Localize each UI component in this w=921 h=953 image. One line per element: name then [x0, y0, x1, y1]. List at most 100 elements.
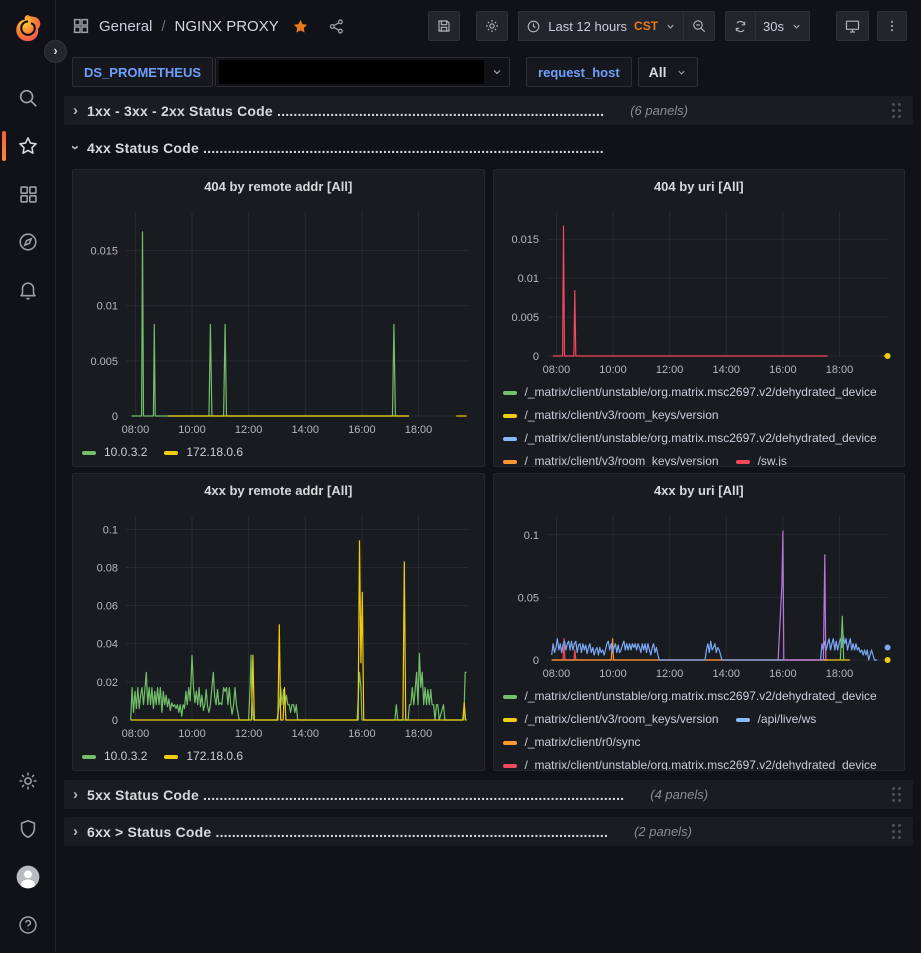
dashboard-settings-button[interactable]	[476, 11, 508, 41]
svg-text:0.015: 0.015	[90, 246, 118, 258]
sidebar-item-starred[interactable]	[0, 122, 56, 170]
chevron-down-icon	[676, 67, 687, 78]
legend-item[interactable]: /_matrix/client/v3/room_keys/version	[503, 710, 719, 729]
save-dashboard-button[interactable]	[428, 11, 460, 41]
panel-title[interactable]: 4xx by remote addr [All]	[73, 474, 484, 506]
sidebar-bottom	[0, 757, 55, 949]
legend-item[interactable]: /_matrix/client/unstable/org.matrix.msc2…	[503, 383, 877, 402]
timeseries-plot[interactable]: 08:0010:0012:0014:0016:0018:0000.050.1	[501, 506, 899, 684]
variable-request-host-select[interactable]: All	[638, 57, 698, 87]
variables-bar: DS_PROMETHEUS request_host All	[56, 52, 921, 92]
sidebar-item-server-admin[interactable]	[0, 805, 56, 853]
more-options-button[interactable]	[877, 11, 907, 41]
sidebar-item-settings[interactable]	[0, 757, 56, 805]
timeseries-plot[interactable]: 08:0010:0012:0014:0016:0018:0000.020.040…	[80, 506, 478, 744]
time-picker-group: Last 12 hours CST	[518, 11, 715, 41]
variable-request-host-label[interactable]: request_host	[526, 57, 632, 87]
sidebar-item-dashboards[interactable]	[0, 170, 56, 218]
panel-title[interactable]: 4xx by uri [All]	[494, 474, 905, 506]
variable-request-host-value: All	[649, 64, 667, 80]
tv-kiosk-mode-button[interactable]	[836, 11, 869, 41]
svg-text:10:00: 10:00	[599, 668, 627, 680]
timezone-label: CST	[634, 19, 658, 33]
panel-title[interactable]: 404 by remote addr [All]	[73, 170, 484, 202]
legend-item[interactable]: /sw.js	[736, 452, 787, 467]
main-area: General / NGINX PROXY	[56, 0, 921, 953]
legend-label: /_matrix/client/unstable/org.matrix.msc2…	[525, 383, 877, 402]
legend-item[interactable]: 10.0.3.2	[82, 443, 147, 462]
sidebar-item-explore[interactable]	[0, 218, 56, 266]
legend-item[interactable]: 172.18.0.6	[164, 443, 243, 462]
row-drag-handle[interactable]	[890, 101, 904, 121]
legend-item[interactable]: 10.0.3.2	[82, 747, 147, 766]
legend-item[interactable]: /_matrix/client/v3/room_keys/version	[503, 406, 719, 425]
svg-text:12:00: 12:00	[655, 364, 683, 376]
timeseries-chart[interactable]: 08:0010:0012:0014:0016:0018:0000.050.1	[494, 506, 905, 684]
timeseries-plot[interactable]: 08:0010:0012:0014:0016:0018:0000.0050.01…	[501, 202, 899, 380]
timeseries-chart[interactable]: 08:0010:0012:0014:0016:0018:0000.0050.01…	[73, 202, 484, 440]
svg-text:0: 0	[112, 715, 118, 727]
chevron-down-icon	[791, 21, 802, 32]
clock-icon	[526, 19, 541, 34]
panel-title[interactable]: 404 by uri [All]	[494, 170, 905, 202]
legend-item[interactable]: /_matrix/client/unstable/org.matrix.msc2…	[503, 687, 877, 706]
time-range-picker[interactable]: Last 12 hours CST	[518, 11, 683, 41]
breadcrumb-folder[interactable]: General	[99, 18, 152, 35]
legend-item[interactable]: /_matrix/client/r0/sync	[503, 733, 641, 752]
zoom-out-time-button[interactable]	[683, 11, 715, 41]
svg-text:0.1: 0.1	[523, 530, 538, 542]
help-icon	[17, 914, 39, 936]
variable-ds-prometheus-select[interactable]	[215, 57, 510, 87]
sidebar-item-help[interactable]	[0, 901, 56, 949]
panel-4xx-by-remote-addr: 4xx by remote addr [All] 08:0010:0012:00…	[72, 473, 485, 771]
row-header-4xx[interactable]: › 4xx Status Code ......................…	[64, 133, 913, 162]
share-icon[interactable]	[328, 18, 345, 35]
legend-label: /_matrix/client/unstable/org.matrix.msc2…	[525, 687, 877, 706]
row-panel-count: (6 panels)	[630, 103, 688, 118]
row-drag-handle[interactable]	[890, 822, 904, 842]
chevron-right-icon: ›	[73, 786, 78, 803]
legend-item[interactable]: /_matrix/client/unstable/org.matrix.msc2…	[503, 429, 877, 448]
sidebar-item-alerting[interactable]	[0, 266, 56, 314]
breadcrumb-dashboard-title[interactable]: NGINX PROXY	[175, 18, 279, 35]
row-header-6xx[interactable]: › 6xx > Status Code ....................…	[64, 817, 913, 846]
breadcrumb-separator: /	[161, 18, 165, 35]
variable-ds-prometheus-label[interactable]: DS_PROMETHEUS	[72, 57, 213, 87]
row-header-5xx[interactable]: › 5xx Status Code ......................…	[64, 780, 913, 809]
panel-4xx-by-uri: 4xx by uri [All] 08:0010:0012:0014:0016:…	[493, 473, 906, 771]
svg-text:0.1: 0.1	[103, 524, 118, 536]
refresh-interval-picker[interactable]: 30s	[755, 11, 810, 41]
sidebar-expand-button[interactable]: ›	[44, 40, 67, 63]
row-drag-handle[interactable]	[890, 785, 904, 805]
gear-icon	[17, 770, 39, 792]
sidebar-item-search[interactable]	[0, 74, 56, 122]
svg-text:0: 0	[532, 655, 538, 667]
chevron-down-icon	[665, 21, 676, 32]
favorite-star-icon[interactable]	[292, 18, 309, 35]
legend-item[interactable]: /_matrix/client/unstable/org.matrix.msc2…	[503, 756, 877, 771]
svg-text:18:00: 18:00	[825, 364, 853, 376]
legend-item[interactable]: 172.18.0.6	[164, 747, 243, 766]
row-header-1xx-3xx-2xx[interactable]: › 1xx - 3xx - 2xx Status Code ..........…	[64, 96, 913, 125]
legend-swatch	[82, 451, 96, 455]
refresh-button[interactable]	[725, 11, 755, 41]
sidebar-item-profile[interactable]	[0, 853, 56, 901]
legend-label: /_matrix/client/unstable/org.matrix.msc2…	[525, 429, 877, 448]
timeseries-chart[interactable]: 08:0010:0012:0014:0016:0018:0000.020.040…	[73, 506, 484, 744]
chevron-down-icon	[491, 66, 503, 78]
svg-text:16:00: 16:00	[348, 728, 376, 740]
legend-label: /sw.js	[758, 452, 787, 467]
svg-text:16:00: 16:00	[769, 364, 797, 376]
chevron-right-icon: ›	[73, 823, 78, 840]
svg-text:18:00: 18:00	[825, 668, 853, 680]
svg-text:10:00: 10:00	[599, 364, 627, 376]
legend-item[interactable]: /_matrix/client/v3/room_keys/version	[503, 452, 719, 467]
legend-item[interactable]: /api/live/ws	[736, 710, 817, 729]
timeseries-chart[interactable]: 08:0010:0012:0014:0016:0018:0000.0050.01…	[494, 202, 905, 380]
svg-text:0.01: 0.01	[517, 273, 538, 285]
svg-text:0.06: 0.06	[97, 601, 118, 613]
legend-swatch	[503, 414, 517, 418]
timeseries-plot[interactable]: 08:0010:0012:0014:0016:0018:0000.0050.01…	[80, 202, 478, 440]
svg-text:14:00: 14:00	[712, 364, 740, 376]
panel-grid: 404 by remote addr [All] 08:0010:0012:00…	[64, 169, 913, 771]
